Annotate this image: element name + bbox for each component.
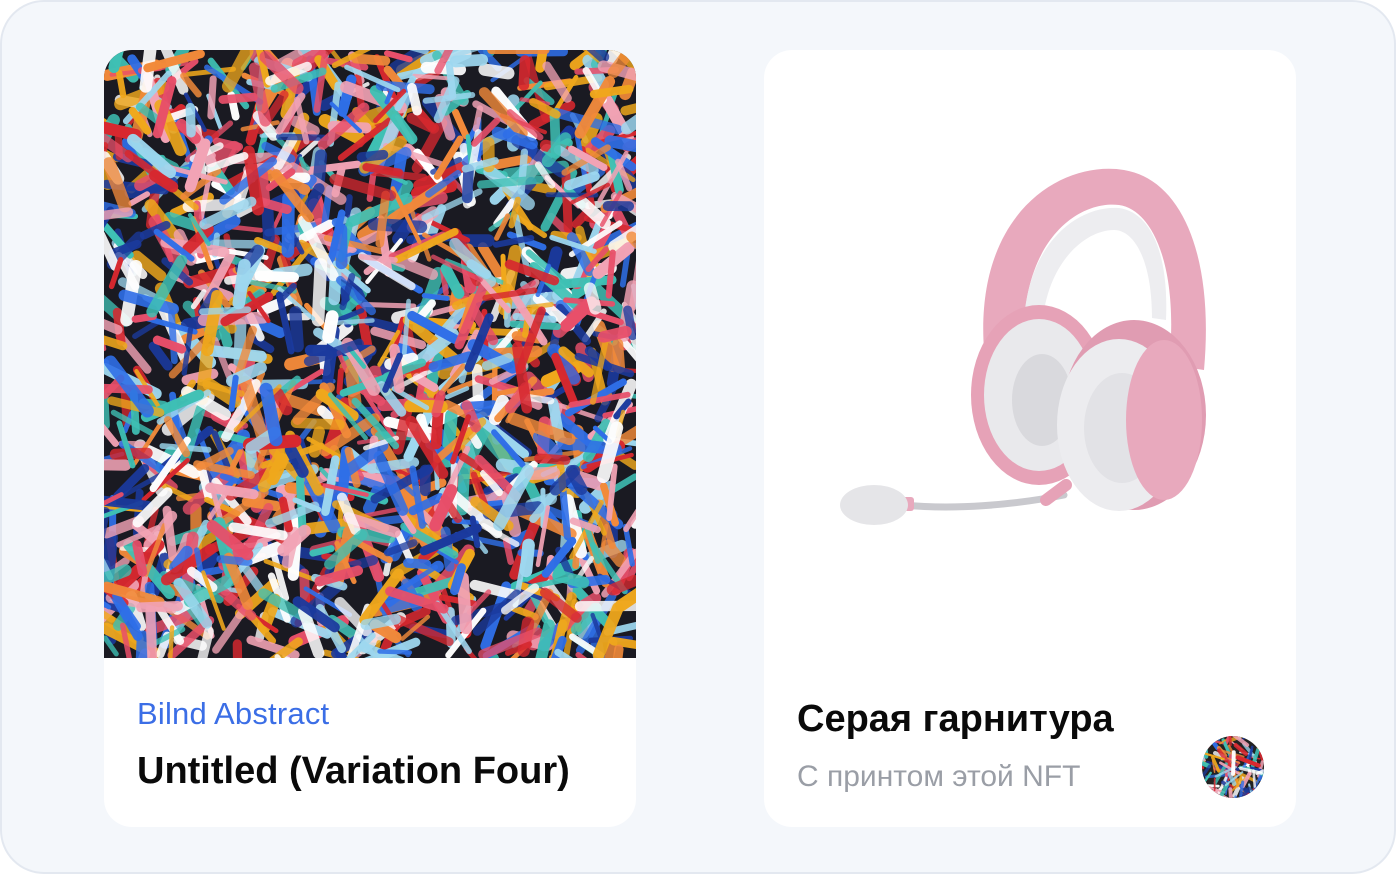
nft-artist-name[interactable]: Bilnd Abstract: [137, 696, 329, 732]
abstract-painting: [104, 50, 636, 658]
page-frame: Bilnd Abstract Untitled (Variation Four): [0, 0, 1396, 874]
nft-thumbnail-image: [1202, 736, 1264, 798]
nft-thumbnail-avatar[interactable]: [1202, 736, 1264, 798]
nft-artwork-image[interactable]: [104, 50, 636, 658]
headset-image: [834, 150, 1226, 550]
product-card[interactable]: Серая гарнитура С принтом этой NFT: [764, 50, 1296, 827]
product-subtitle: С принтом этой NFT: [797, 760, 1081, 793]
nft-card[interactable]: Bilnd Abstract Untitled (Variation Four): [104, 50, 636, 827]
product-name: Серая гарнитура: [797, 698, 1114, 740]
nft-title: Untitled (Variation Four): [137, 750, 570, 792]
headset-icon: [840, 168, 1206, 525]
